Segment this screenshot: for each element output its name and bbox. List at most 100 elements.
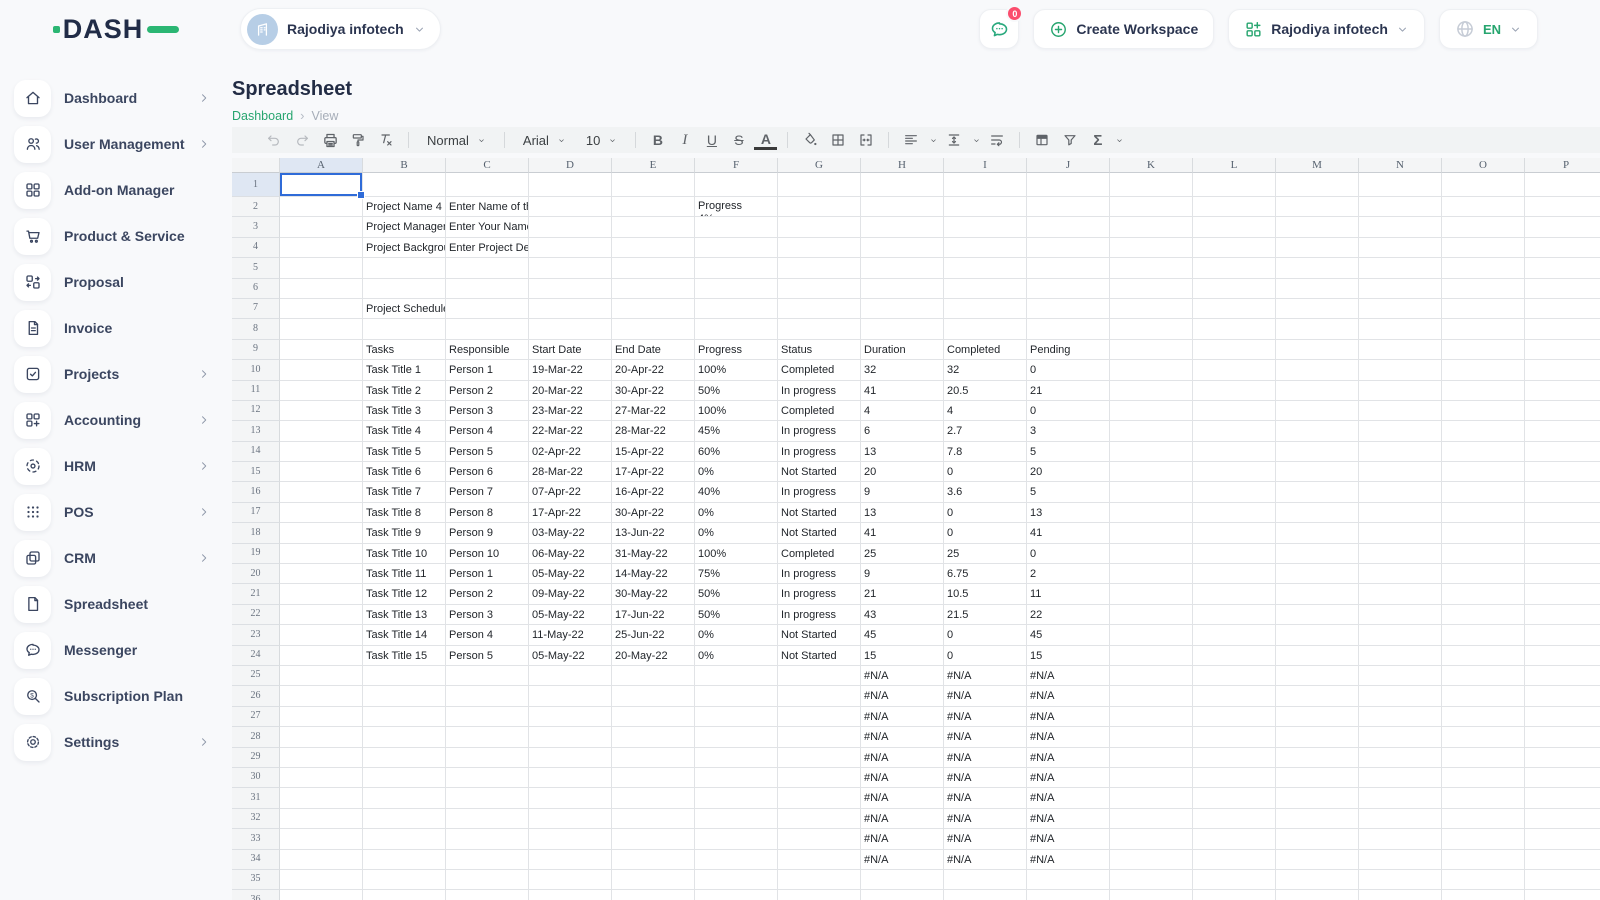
cell-G9[interactable]: Status	[778, 340, 861, 360]
cell-O21[interactable]	[1442, 584, 1525, 604]
row-header-14[interactable]: 14	[232, 442, 280, 462]
column-header-M[interactable]: M	[1276, 158, 1359, 173]
cell-K23[interactable]	[1110, 625, 1193, 645]
cell-K9[interactable]	[1110, 340, 1193, 360]
cell-I27[interactable]: #N/A	[944, 707, 1027, 727]
cell-O27[interactable]	[1442, 707, 1525, 727]
cell-B8[interactable]	[363, 319, 446, 339]
row-header-27[interactable]: 27	[232, 707, 280, 727]
cell-A5[interactable]	[280, 258, 363, 278]
row-header-24[interactable]: 24	[232, 646, 280, 666]
column-header-E[interactable]: E	[612, 158, 695, 173]
cell-J15[interactable]: 20	[1027, 462, 1110, 482]
cell-F6[interactable]	[695, 279, 778, 299]
cell-C29[interactable]	[446, 748, 529, 768]
cell-E18[interactable]: 13-Jun-22	[612, 523, 695, 543]
cell-H31[interactable]: #N/A	[861, 788, 944, 808]
cell-M33[interactable]	[1276, 829, 1359, 849]
cell-I28[interactable]: #N/A	[944, 727, 1027, 747]
cell-M29[interactable]	[1276, 748, 1359, 768]
cell-L32[interactable]	[1193, 809, 1276, 829]
cell-G14[interactable]: In progress	[778, 442, 861, 462]
cell-E3[interactable]	[612, 217, 695, 237]
cell-A4[interactable]	[280, 238, 363, 258]
cell-F14[interactable]: 60%	[695, 442, 778, 462]
cell-F19[interactable]: 100%	[695, 544, 778, 564]
cell-J7[interactable]	[1027, 299, 1110, 319]
cell-P25[interactable]	[1525, 666, 1600, 686]
cell-N22[interactable]	[1359, 605, 1442, 625]
cell-B13[interactable]: Task Title 4	[363, 421, 446, 441]
cell-H17[interactable]: 13	[861, 503, 944, 523]
cell-M18[interactable]	[1276, 523, 1359, 543]
cell-A22[interactable]	[280, 605, 363, 625]
column-header-O[interactable]: O	[1442, 158, 1525, 173]
cell-H16[interactable]: 9	[861, 482, 944, 502]
cell-L16[interactable]	[1193, 482, 1276, 502]
cell-G13[interactable]: In progress	[778, 421, 861, 441]
cell-E7[interactable]	[612, 299, 695, 319]
cell-I32[interactable]: #N/A	[944, 809, 1027, 829]
cell-L14[interactable]	[1193, 442, 1276, 462]
cell-F26[interactable]	[695, 686, 778, 706]
row-header-21[interactable]: 21	[232, 584, 280, 604]
cell-A26[interactable]	[280, 686, 363, 706]
cell-J8[interactable]	[1027, 319, 1110, 339]
cell-D9[interactable]: Start Date	[529, 340, 612, 360]
cell-N27[interactable]	[1359, 707, 1442, 727]
cell-J21[interactable]: 11	[1027, 584, 1110, 604]
cell-P24[interactable]	[1525, 646, 1600, 666]
cell-P22[interactable]	[1525, 605, 1600, 625]
cell-E21[interactable]: 30-May-22	[612, 584, 695, 604]
sum-button[interactable]: Σ	[1086, 129, 1109, 151]
cell-N17[interactable]	[1359, 503, 1442, 523]
row-header-28[interactable]: 28	[232, 727, 280, 747]
row-header-30[interactable]: 30	[232, 768, 280, 788]
cell-A13[interactable]	[280, 421, 363, 441]
cell-O4[interactable]	[1442, 238, 1525, 258]
cell-I12[interactable]: 4	[944, 401, 1027, 421]
cell-H35[interactable]	[861, 870, 944, 890]
cell-B10[interactable]: Task Title 1	[363, 360, 446, 380]
cell-E19[interactable]: 31-May-22	[612, 544, 695, 564]
cell-A33[interactable]	[280, 829, 363, 849]
cell-H6[interactable]	[861, 279, 944, 299]
cell-N24[interactable]	[1359, 646, 1442, 666]
cell-M15[interactable]	[1276, 462, 1359, 482]
cell-C30[interactable]	[446, 768, 529, 788]
cell-H4[interactable]	[861, 238, 944, 258]
cell-N30[interactable]	[1359, 768, 1442, 788]
cell-C18[interactable]: Person 9	[446, 523, 529, 543]
cell-A20[interactable]	[280, 564, 363, 584]
cell-F10[interactable]: 100%	[695, 360, 778, 380]
cell-J19[interactable]: 0	[1027, 544, 1110, 564]
row-header-36[interactable]: 36	[232, 890, 280, 900]
cell-I24[interactable]: 0	[944, 646, 1027, 666]
cell-K28[interactable]	[1110, 727, 1193, 747]
cell-D20[interactable]: 05-May-22	[529, 564, 612, 584]
cell-F5[interactable]	[695, 258, 778, 278]
cell-O20[interactable]	[1442, 564, 1525, 584]
cell-L35[interactable]	[1193, 870, 1276, 890]
cell-F34[interactable]	[695, 850, 778, 870]
cell-B26[interactable]	[363, 686, 446, 706]
cell-B29[interactable]	[363, 748, 446, 768]
row-header-11[interactable]: 11	[232, 381, 280, 401]
cell-O35[interactable]	[1442, 870, 1525, 890]
sidebar-item-dashboard[interactable]: Dashboard	[14, 76, 218, 120]
cell-F2[interactable]: OverallProgress4%	[695, 197, 778, 217]
sidebar-item-pos[interactable]: POS	[14, 490, 218, 534]
cell-D1[interactable]	[529, 173, 612, 197]
cell-C26[interactable]	[446, 686, 529, 706]
cell-H10[interactable]: 32	[861, 360, 944, 380]
cell-L25[interactable]	[1193, 666, 1276, 686]
cell-F20[interactable]: 75%	[695, 564, 778, 584]
cell-F13[interactable]: 45%	[695, 421, 778, 441]
cell-K22[interactable]	[1110, 605, 1193, 625]
cell-G7[interactable]	[778, 299, 861, 319]
cell-B19[interactable]: Task Title 10	[363, 544, 446, 564]
cell-I2[interactable]	[944, 197, 1027, 217]
sidebar-item-spreadsheet[interactable]: Spreadsheet	[14, 582, 218, 626]
cell-N28[interactable]	[1359, 727, 1442, 747]
cell-L29[interactable]	[1193, 748, 1276, 768]
